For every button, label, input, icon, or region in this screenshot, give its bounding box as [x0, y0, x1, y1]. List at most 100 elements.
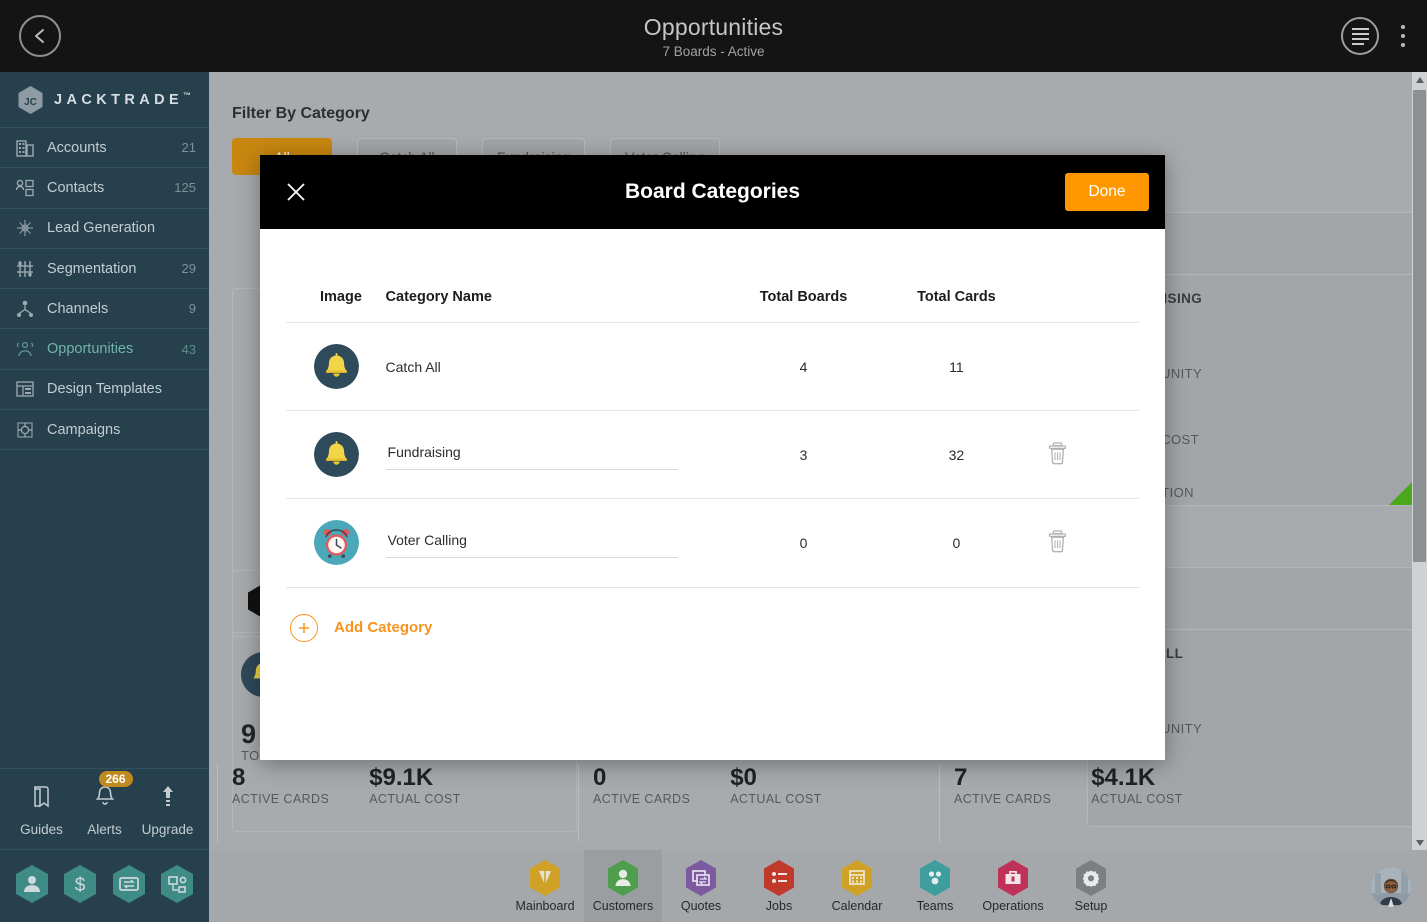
sidebar-item-accounts[interactable]: Accounts 21	[0, 128, 209, 169]
brand-logo[interactable]: JC JACKTRADE™	[0, 72, 209, 128]
sidebar-item-contacts[interactable]: Contacts 125	[0, 168, 209, 209]
vertical-scrollbar[interactable]	[1412, 72, 1427, 850]
bottom-nav-items: Mainboard Customers Quotes Jobs Calendar…	[506, 850, 1130, 922]
footer-active-cards: 0 ACTIVE CARDS	[593, 764, 690, 842]
row-actions-cell	[1030, 499, 1139, 587]
board-footer-stats: 8 ACTIVE CARDS $9.1K ACTUAL COST 0 ACTIV…	[209, 764, 1284, 842]
sidebar-item-count: 21	[181, 140, 196, 156]
bottom-nav-label: Customers	[592, 899, 654, 913]
sidebar-tool-guides[interactable]: Guides	[12, 783, 72, 837]
more-vertical-icon[interactable]	[1393, 21, 1413, 51]
chevron-left-icon	[33, 28, 47, 44]
add-category-label[interactable]: Add Category	[334, 619, 432, 636]
modal-title: Board Categories	[624, 180, 801, 203]
lead-gen-icon	[14, 217, 36, 239]
column-header-cards: Total Cards	[917, 289, 996, 305]
building-icon	[14, 137, 36, 159]
plus-circle-icon[interactable]	[290, 613, 318, 642]
bottom-nav-label: Jobs	[765, 899, 793, 913]
category-name-input[interactable]	[385, 439, 678, 470]
filter-by-category-label: Filter By Category	[232, 105, 370, 122]
sidebar-item-count: 9	[188, 301, 196, 317]
footer-active-cards-label: ACTIVE CARDS	[954, 791, 1052, 806]
row-total-boards: 4	[799, 358, 808, 375]
workflow-hex-icon[interactable]	[159, 864, 195, 904]
person-hex-icon[interactable]	[14, 864, 50, 904]
sidebar-tool-upgrade[interactable]: Upgrade	[138, 783, 198, 837]
footer-active-cards-label: ACTIVE CARDS	[232, 791, 330, 806]
footer-active-cards-value: 0	[593, 764, 607, 791]
sidebar-item-lead-generation[interactable]: Lead Generation	[0, 209, 209, 249]
bottom-nav-label: Calendar	[831, 899, 883, 913]
done-button[interactable]: Done	[1065, 173, 1149, 211]
segmentation-icon	[14, 258, 36, 280]
row-image-cell	[286, 411, 386, 499]
sidebar-item-segmentation[interactable]: Segmentation 29	[0, 249, 209, 290]
footer-active-cards-label: ACTIVE CARDS	[593, 791, 691, 806]
teams-icon	[918, 859, 952, 897]
bell-avatar-icon	[314, 344, 359, 389]
column-header-actions	[1030, 289, 1139, 323]
bottom-nav-operations[interactable]: Operations	[974, 850, 1052, 922]
delete-icon[interactable]	[1048, 530, 1067, 556]
mainboard-icon	[528, 859, 562, 897]
footer-actual-cost-value: $9.1K	[369, 764, 434, 791]
svg-text:$: $	[75, 875, 86, 896]
sidebar-item-count: 43	[181, 341, 196, 357]
vertical-scrollbar-thumb[interactable]	[1413, 90, 1426, 562]
jobs-icon	[762, 859, 796, 897]
sidebar-item-label: Segmentation	[47, 260, 137, 277]
top-bar-actions	[1341, 17, 1413, 55]
footer-active-cards-value: 7	[954, 764, 968, 791]
sidebar-item-opportunities[interactable]: Opportunities 43	[0, 329, 209, 370]
category-name-text: Catch All	[385, 358, 441, 375]
bottom-nav-teams[interactable]: Teams	[896, 850, 974, 922]
close-icon[interactable]	[276, 172, 316, 212]
add-category-row[interactable]: Add Category	[286, 586, 1139, 642]
hamburger-menu-icon[interactable]	[1341, 17, 1379, 55]
back-button[interactable]	[19, 15, 61, 57]
scroll-up-arrow-icon[interactable]	[1412, 72, 1427, 87]
footer-active-cards-value: 8	[232, 764, 246, 791]
calendar-icon	[840, 859, 874, 897]
row-total-boards: 0	[799, 534, 808, 551]
transfer-hex-icon[interactable]	[111, 864, 147, 904]
row-total-cards: 32	[948, 446, 965, 463]
bell-avatar-icon	[314, 432, 359, 477]
bottom-nav-quotes[interactable]: Quotes	[662, 850, 740, 922]
bottom-nav-customers[interactable]: Customers	[584, 850, 662, 922]
sidebar-item-channels[interactable]: Channels 9	[0, 289, 209, 330]
opportunities-icon	[14, 338, 36, 360]
board-categories-modal: Board Categories Done Image Category Nam…	[260, 155, 1165, 760]
alerts-badge: 266	[98, 771, 133, 787]
table-row: 0 0	[286, 498, 1139, 587]
book-icon	[29, 783, 55, 816]
row-image-cell	[286, 499, 386, 587]
row-actions-cell	[1030, 323, 1139, 411]
footer-actual-cost-label: ACTUAL COST	[369, 791, 461, 806]
sidebar-item-label: Contacts	[47, 179, 105, 196]
sidebar-nav: Accounts 21 Contacts 125 Lead Generation	[0, 128, 209, 451]
top-bar-titles: Opportunities 7 Boards - Active	[0, 14, 1427, 59]
dollar-hex-icon[interactable]: $	[62, 864, 98, 904]
top-bar: Opportunities 7 Boards - Active	[0, 0, 1427, 72]
avatar[interactable]	[1371, 867, 1411, 907]
category-name-input[interactable]	[385, 527, 678, 559]
bottom-nav-calendar[interactable]: Calendar	[818, 850, 896, 922]
sidebar-tools: Guides 266 Alerts Upgrade	[0, 768, 209, 850]
footer-actual-cost-value: $0	[730, 764, 757, 791]
sidebar-item-design-templates[interactable]: Design Templates	[0, 370, 209, 411]
sidebar-item-campaigns[interactable]: Campaigns	[0, 410, 209, 451]
delete-icon[interactable]	[1048, 441, 1067, 468]
bottom-nav-setup[interactable]: Setup	[1052, 850, 1130, 922]
bottom-nav-jobs[interactable]: Jobs	[740, 850, 818, 922]
scroll-down-arrow-icon[interactable]	[1412, 835, 1427, 850]
footer-actual-cost-label: ACTUAL COST	[730, 791, 822, 806]
campaigns-icon	[14, 419, 36, 441]
trademark-mark: ™	[183, 91, 192, 101]
table-header-row: Image Category Name Total Boards Total C…	[286, 289, 1139, 323]
row-total-cards: 11	[949, 358, 964, 375]
channels-icon	[14, 298, 36, 320]
sidebar-tool-alerts[interactable]: 266 Alerts	[75, 771, 135, 837]
bottom-nav-mainboard[interactable]: Mainboard	[506, 850, 584, 922]
